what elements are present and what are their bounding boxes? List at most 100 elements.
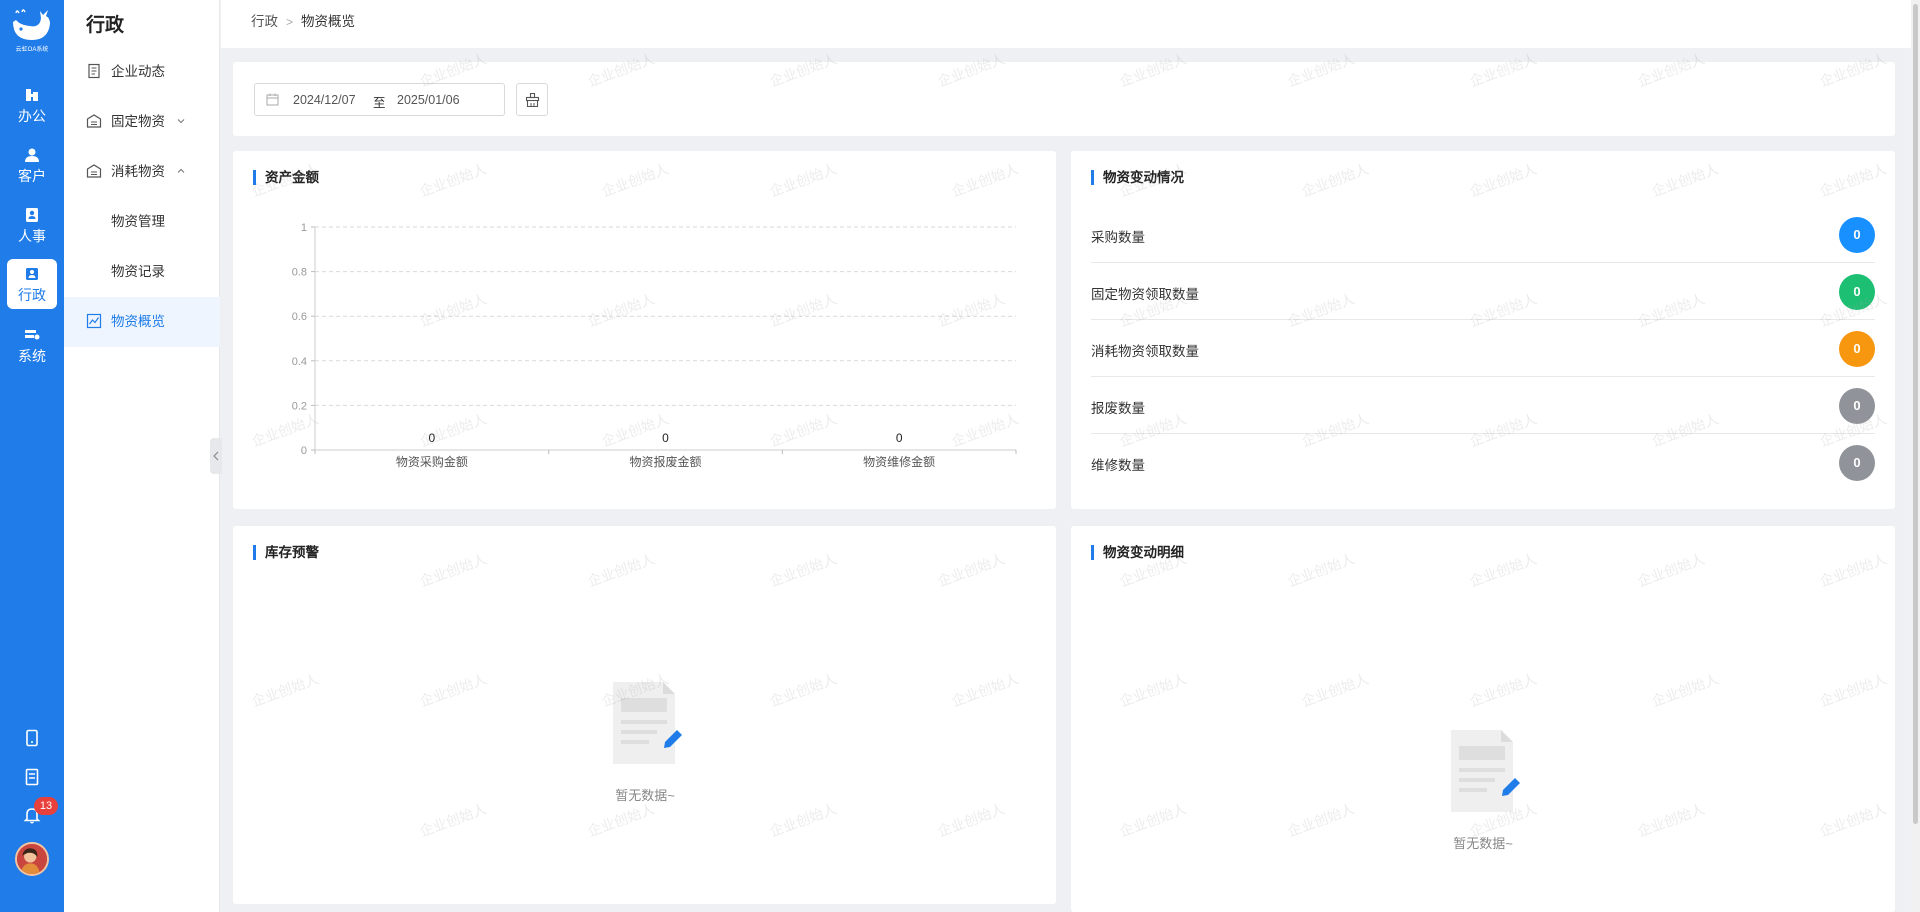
date-separator: 至 xyxy=(373,96,386,110)
nav-item-material-overview[interactable]: 物资概览 xyxy=(64,297,220,347)
bar-data-label: 0 xyxy=(428,431,435,445)
material-changes-card: 物资变动情况 采购数量 0 固定物资领取数量 0 消耗物资领取数量 0 报废数量… xyxy=(1071,151,1895,509)
mobile-icon xyxy=(26,729,38,747)
card-title: 物资变动明细 xyxy=(1091,545,1184,560)
asset-amount-chart: 0 0.2 0.4 0.6 0.8 1 0 物资采购金额 0 物资报废金额 0 物资维修金额 xyxy=(292,222,1017,469)
avatar-image xyxy=(17,844,47,874)
notification-badge: 13 xyxy=(34,797,58,815)
stat-label: 固定物资领取数量 xyxy=(1091,287,1199,302)
customer-icon xyxy=(25,148,39,162)
whale-logo-icon xyxy=(13,9,50,40)
nav-item-fixed-assets[interactable]: 固定物资 xyxy=(64,97,220,147)
warehouse-icon xyxy=(86,114,102,128)
nav-item-label: 物资记录 xyxy=(111,264,165,279)
top-header: 行政 > 物资概览 xyxy=(221,0,1911,48)
y-tick-label: 0.4 xyxy=(292,356,307,368)
nav-item-company-news[interactable]: 企业动态 xyxy=(64,47,220,97)
empty-document-icon xyxy=(1451,730,1520,812)
date-range-picker[interactable]: 2024/12/07 至 2025/01/06 xyxy=(254,83,505,116)
nav-item-consumables[interactable]: 消耗物资 xyxy=(64,147,220,197)
notebook-icon xyxy=(25,768,39,786)
bar-data-label: 0 xyxy=(896,431,903,445)
rail-item-label: 行政 xyxy=(18,287,46,303)
stat-row-purchase: 采购数量 0 xyxy=(1091,206,1875,263)
y-tick-label: 0.8 xyxy=(292,267,307,279)
nav-item-label: 消耗物资 xyxy=(111,164,165,179)
nav-item-label: 固定物资 xyxy=(111,114,165,129)
breadcrumb-current: 物资概览 xyxy=(301,14,356,29)
nav-item-label: 物资管理 xyxy=(111,214,165,229)
y-tick-label: 1 xyxy=(301,222,307,234)
material-change-detail-card: 物资变动明细 暂无数据~ xyxy=(1071,526,1895,912)
stat-label: 维修数量 xyxy=(1091,458,1145,473)
stat-label: 报废数量 xyxy=(1091,401,1145,416)
mobile-button[interactable] xyxy=(20,726,44,750)
rail-item-system[interactable]: 系统 xyxy=(7,320,57,370)
office-icon xyxy=(26,89,38,101)
page-scrollbar[interactable] xyxy=(1911,0,1920,912)
stat-label: 消耗物资领取数量 xyxy=(1091,344,1199,359)
rail-item-customer[interactable]: 客户 xyxy=(7,140,57,190)
y-tick-label: 0.6 xyxy=(292,311,307,323)
nav-item-label: 企业动态 xyxy=(111,64,165,79)
stat-value-badge: 0 xyxy=(1839,388,1875,424)
stat-label: 采购数量 xyxy=(1091,230,1145,245)
x-category-label: 物资采购金额 xyxy=(396,454,468,469)
admin-icon xyxy=(26,268,38,280)
stat-value-badge: 0 xyxy=(1839,217,1875,253)
empty-state: 暂无数据~ xyxy=(1423,724,1543,852)
rail-item-office[interactable]: 办公 xyxy=(7,80,57,130)
stat-value-badge: 0 xyxy=(1839,445,1875,481)
stat-value-badge: 0 xyxy=(1839,331,1875,367)
brand-text: 云虹OA系统 xyxy=(15,47,49,53)
empty-text: 暂无数据~ xyxy=(1453,836,1513,851)
rail-item-label: 办公 xyxy=(18,108,46,124)
stat-row-fixed-claim: 固定物资领取数量 0 xyxy=(1091,263,1875,320)
system-icon xyxy=(25,330,40,340)
sidebar-collapse-handle[interactable] xyxy=(210,438,222,474)
warehouse-icon xyxy=(86,164,102,178)
rail-item-admin[interactable]: 行政 xyxy=(7,259,57,309)
x-category-label: 物资维修金额 xyxy=(863,454,935,469)
card-title: 物资变动情况 xyxy=(1091,170,1184,185)
calendar-icon xyxy=(266,93,279,106)
chart-icon xyxy=(86,313,102,329)
x-category-label: 物资报废金额 xyxy=(629,454,701,469)
rail-item-hr[interactable]: 人事 xyxy=(7,200,57,250)
end-date[interactable]: 2025/01/06 xyxy=(397,93,460,107)
rail-item-label: 系统 xyxy=(18,348,46,364)
breadcrumb-separator-icon: > xyxy=(286,15,294,29)
rail-item-label: 人事 xyxy=(18,228,46,244)
stock-warning-card: 库存预警 暂无数据~ xyxy=(233,526,1056,904)
reset-button[interactable] xyxy=(516,83,548,116)
clear-brush-icon xyxy=(525,93,540,107)
stat-row-repair: 维修数量 0 xyxy=(1091,434,1875,491)
chevron-left-icon xyxy=(213,451,219,461)
nav-item-material-management[interactable]: 物资管理 xyxy=(64,197,220,247)
bar-data-label: 0 xyxy=(662,431,669,445)
breadcrumb: 行政 > 物资概览 xyxy=(251,14,355,30)
document-icon xyxy=(88,63,100,79)
asset-amount-card: 资产金额 0 0.2 0.4 0.6 0.8 1 0 物资采购金额 0 物资报废金额 0 物资维修金额 xyxy=(233,151,1056,509)
nav-item-label: 物资概览 xyxy=(111,314,165,329)
chevron-up-icon xyxy=(177,168,185,173)
card-title: 库存预警 xyxy=(253,545,319,560)
breadcrumb-root[interactable]: 行政 xyxy=(251,14,278,29)
avatar[interactable] xyxy=(15,842,49,876)
stat-row-scrap: 报废数量 0 xyxy=(1091,377,1875,434)
hr-icon xyxy=(26,208,38,222)
app-logo[interactable]: 云虹OA系统 xyxy=(8,6,56,54)
y-tick-label: 0 xyxy=(301,445,307,457)
main-rail: 云虹OA系统 办公 客户 人事 行政 系统 13 xyxy=(0,0,64,912)
y-tick-label: 0.2 xyxy=(292,400,307,412)
empty-document-icon xyxy=(613,682,682,764)
stat-value-badge: 0 xyxy=(1839,274,1875,310)
rail-item-label: 客户 xyxy=(18,168,46,184)
filter-bar: 2024/12/07 至 2025/01/06 xyxy=(233,62,1895,136)
scrollbar-thumb[interactable] xyxy=(1913,4,1918,824)
nav-item-material-records[interactable]: 物资记录 xyxy=(64,247,220,297)
empty-text: 暂无数据~ xyxy=(615,788,675,803)
stat-row-consumable-claim: 消耗物资领取数量 0 xyxy=(1091,320,1875,377)
start-date[interactable]: 2024/12/07 xyxy=(293,93,356,107)
notebook-button[interactable] xyxy=(20,765,44,789)
